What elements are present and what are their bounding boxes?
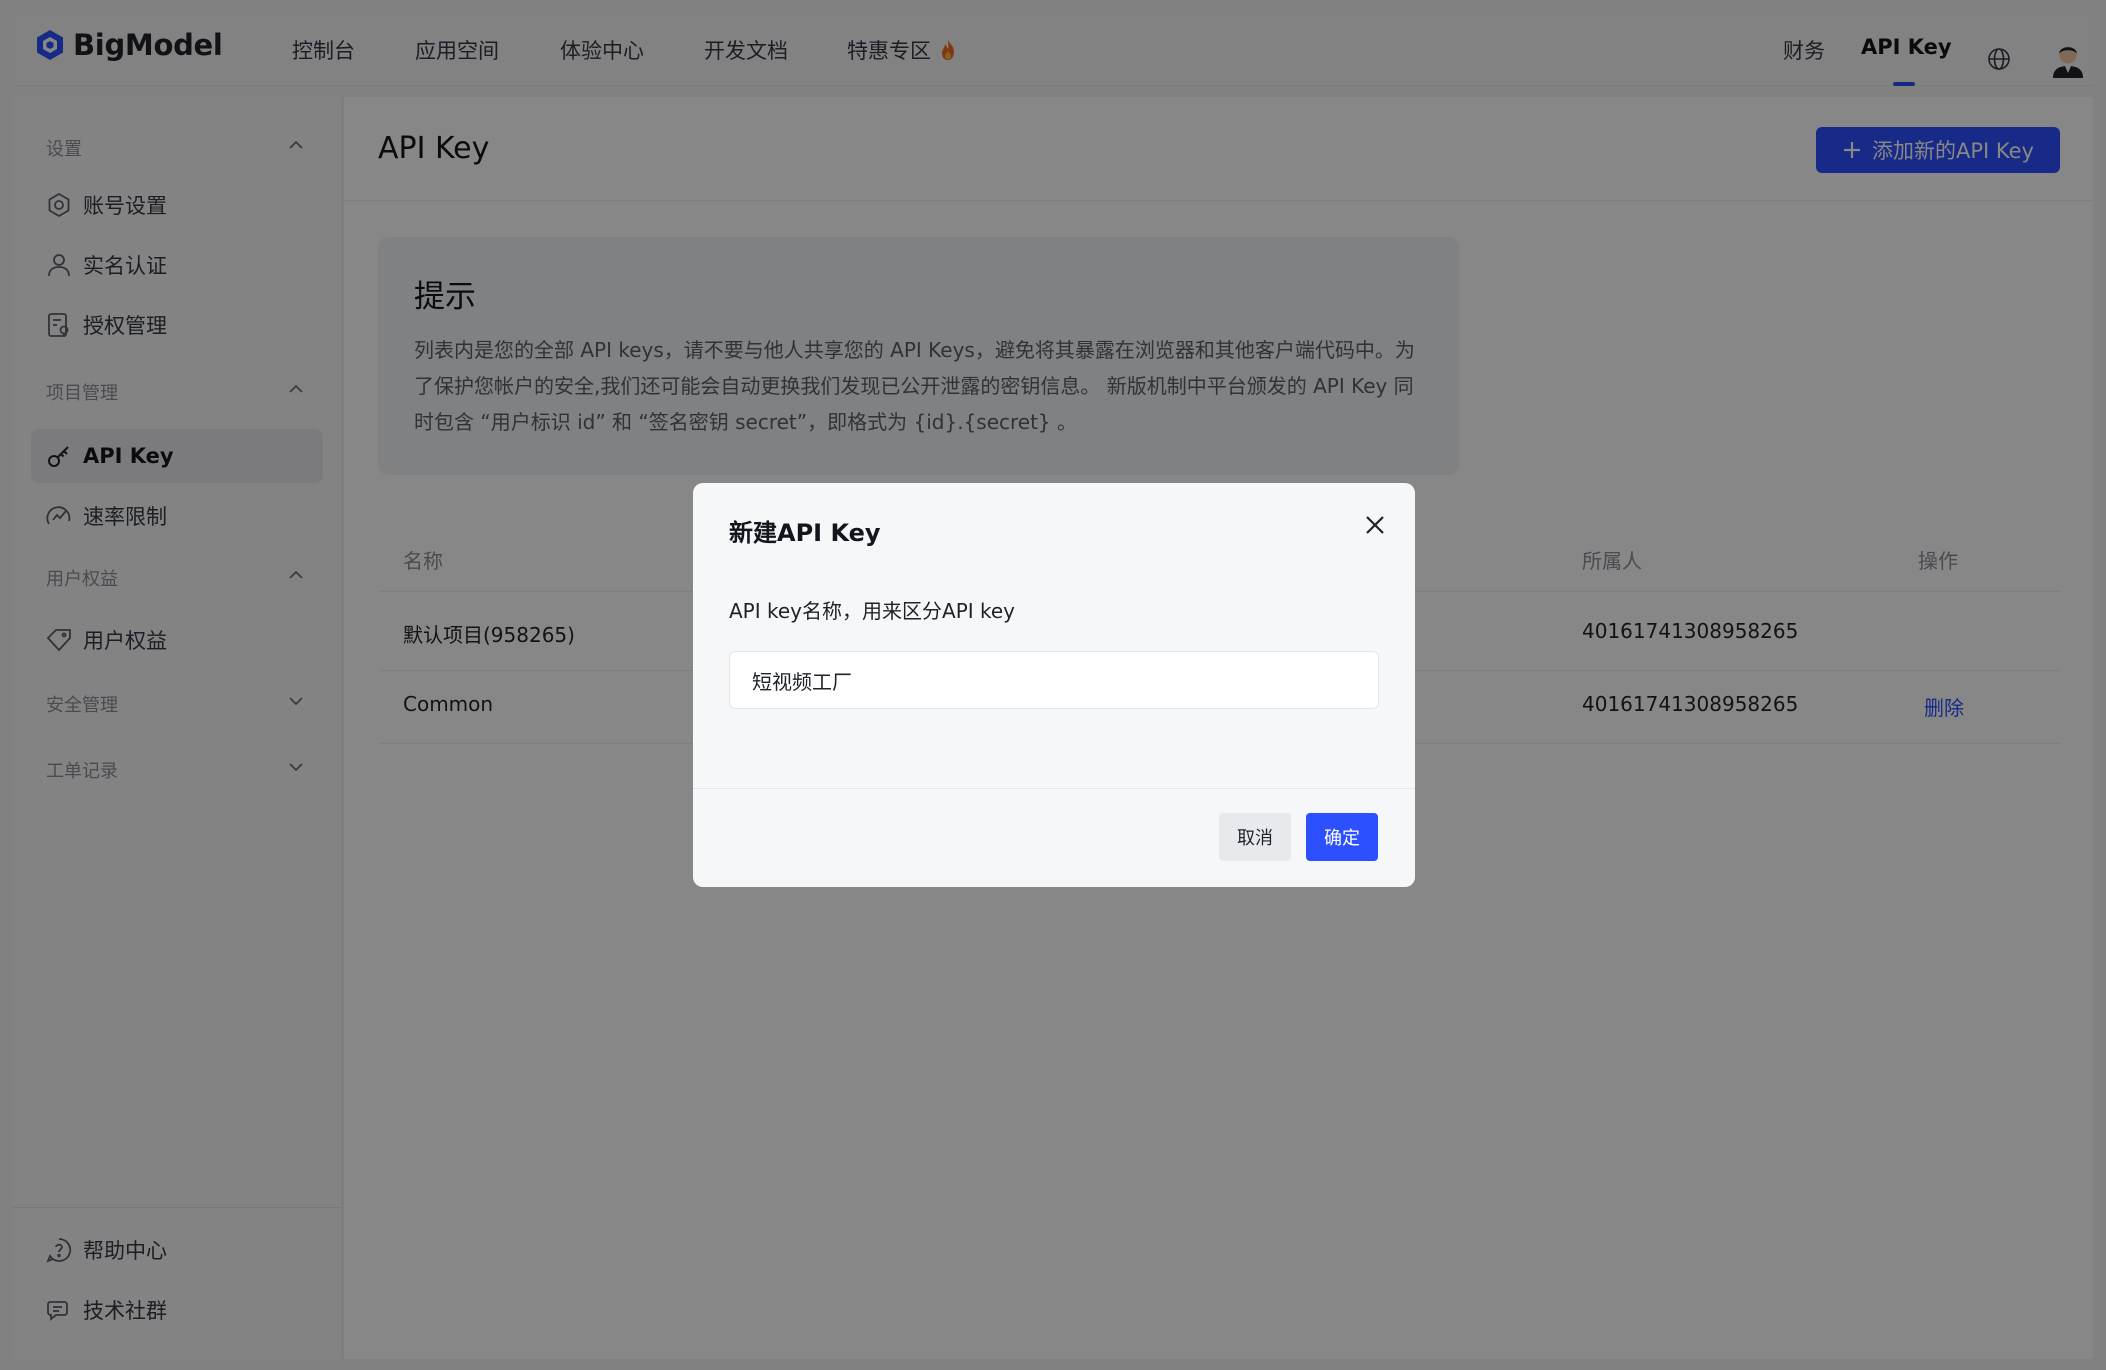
- dialog-title: 新建API Key: [729, 519, 881, 547]
- api-key-name-input[interactable]: [729, 651, 1379, 709]
- close-icon[interactable]: [1361, 511, 1389, 539]
- app-root: BigModel 控制台 应用空间 体验中心 开发文档 特惠专区 财务 API …: [0, 0, 2106, 1370]
- cancel-button[interactable]: 取消: [1219, 813, 1291, 861]
- dialog-footer-divider: [693, 788, 1415, 789]
- confirm-button[interactable]: 确定: [1306, 813, 1378, 861]
- api-key-name-label: API key名称，用来区分API key: [729, 599, 1016, 623]
- new-api-key-dialog: 新建API Key API key名称，用来区分API key 取消 确定: [693, 483, 1415, 887]
